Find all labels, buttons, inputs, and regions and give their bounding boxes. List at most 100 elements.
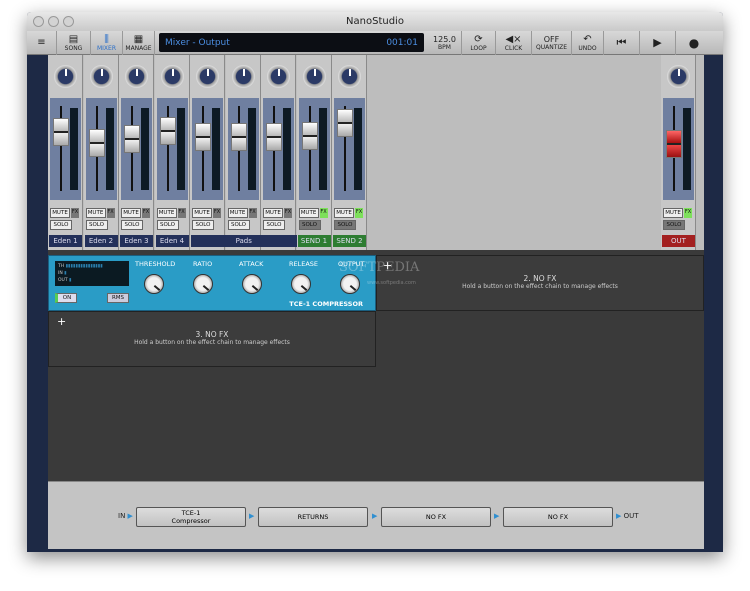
slot-title: 2. NO FX — [523, 274, 557, 283]
pan-knob[interactable] — [125, 65, 148, 88]
fx-slot-2[interactable]: + SOFTPEDIA www.softpedia.com 2. NO FX H… — [339, 255, 704, 311]
minimize-button[interactable] — [48, 16, 59, 27]
mute-button[interactable]: MUTE — [85, 208, 106, 218]
mute-button[interactable]: MUTE — [334, 208, 354, 218]
chain-item-compressor[interactable]: TCE-1 Compressor — [136, 507, 246, 527]
pan-knob[interactable] — [302, 65, 326, 88]
fx-button[interactable]: FX — [355, 208, 363, 218]
chain-item-nofx-1[interactable]: NO FX — [381, 507, 491, 527]
chain-item-nofx-2[interactable]: NO FX — [503, 507, 613, 527]
mute-button[interactable]: MUTE — [298, 208, 319, 218]
song-button[interactable]: ▤ SONG — [57, 30, 91, 55]
play-button[interactable]: ▶ — [640, 30, 676, 55]
mute-button[interactable]: MUTE — [227, 208, 248, 218]
volume-fader[interactable] — [88, 128, 105, 157]
quantize-button[interactable]: OFF QUANTIZE — [532, 30, 572, 55]
mute-button[interactable]: MUTE — [663, 208, 683, 218]
release-knob[interactable] — [291, 274, 311, 294]
mute-button[interactable]: MUTE — [263, 208, 283, 218]
mute-button[interactable]: MUTE — [121, 208, 141, 218]
pan-knob[interactable] — [667, 65, 690, 88]
fx-button[interactable]: FX — [248, 208, 257, 218]
fx-button[interactable]: FX — [177, 208, 186, 218]
channel-strip: MUTE FX SOLO Eden 3 — [119, 55, 154, 250]
volume-fader[interactable] — [666, 130, 682, 158]
pan-knob[interactable] — [338, 65, 361, 88]
level-meter — [318, 108, 327, 190]
mute-button[interactable]: MUTE — [192, 208, 212, 218]
fx-button[interactable]: FX — [71, 208, 79, 218]
solo-button[interactable]: SOLO — [192, 220, 214, 230]
solo-button[interactable]: SOLO — [121, 220, 143, 230]
channel-strip: MUTE FX SOLO Eden 2 — [83, 55, 119, 250]
chain-item-returns[interactable]: RETURNS — [258, 507, 368, 527]
window-title: NanoStudio — [346, 16, 404, 27]
fx-slot-3[interactable]: + 3. NO FX Hold a button on the effect c… — [48, 311, 376, 367]
mute-button[interactable]: MUTE — [50, 208, 70, 218]
volume-fader[interactable] — [53, 118, 69, 146]
ratio-knob[interactable] — [193, 274, 213, 294]
menu-button[interactable]: ≡ — [27, 30, 57, 55]
volume-fader[interactable] — [159, 116, 176, 145]
solo-button[interactable]: SOLO — [663, 220, 685, 230]
output-knob[interactable] — [340, 274, 360, 294]
fx-button[interactable]: FX — [106, 208, 115, 218]
mute-button[interactable]: MUTE — [156, 208, 177, 218]
solo-button[interactable]: SOLO — [156, 220, 179, 230]
solo-button[interactable]: SOLO — [263, 220, 285, 230]
fx-button[interactable]: FX — [319, 208, 328, 218]
close-button[interactable] — [33, 16, 44, 27]
rewind-button[interactable]: ⏮ — [604, 30, 640, 55]
solo-button[interactable]: SOLO — [85, 220, 108, 230]
fx-button[interactable]: FX — [684, 208, 692, 218]
channel-strip: MUTE FX SOLO — [225, 55, 261, 250]
pan-knob[interactable] — [89, 65, 113, 88]
solo-button[interactable]: SOLO — [298, 220, 321, 230]
volume-fader[interactable] — [230, 122, 247, 151]
fx-button[interactable]: FX — [284, 208, 292, 218]
click-button[interactable]: ◀× CLICK — [496, 30, 532, 55]
song-icon: ▤ — [68, 33, 79, 45]
compressor-panel: TH ▮▮▮▮▮▮▮▮▮▮▮▮▮▮▮ IN ▮ OUT ▮ ON RMS THR… — [48, 255, 376, 311]
volume-fader[interactable] — [266, 122, 282, 151]
channel-strip: MUTE FX SOLO — [190, 55, 225, 250]
record-button[interactable]: ● — [676, 31, 712, 55]
mixer-button[interactable]: ⫼ MIXER — [91, 30, 123, 55]
threshold-label: THRESHOLD — [135, 260, 176, 268]
level-meter — [70, 108, 78, 190]
zoom-button[interactable] — [63, 16, 74, 27]
bpm-button[interactable]: 125.0 BPM — [428, 30, 462, 55]
manage-button[interactable]: ▦ MANAGE — [123, 30, 155, 55]
pan-knob[interactable] — [267, 65, 290, 88]
channel-name: OUT — [662, 235, 695, 247]
pan-knob[interactable] — [231, 65, 255, 88]
attack-knob[interactable] — [242, 274, 262, 294]
effect-chain: IN ▶ TCE-1 Compressor ▶ RETURNS ▶ NO FX ▶… — [48, 481, 704, 549]
volume-fader[interactable] — [195, 122, 211, 151]
solo-button[interactable]: SOLO — [50, 220, 72, 230]
channel-strip: MUTE FX SOLO Eden 4 — [154, 55, 190, 250]
rms-toggle[interactable]: RMS — [107, 293, 129, 303]
add-fx-icon[interactable]: + — [57, 315, 66, 328]
undo-button[interactable]: ↶ UNDO — [572, 30, 604, 55]
pan-knob[interactable] — [196, 65, 219, 88]
app-window: NanoStudio ≡ ▤ SONG ⫼ MIXER ▦ MANAGE Mixer … — [27, 12, 723, 552]
fx-button[interactable]: FX — [142, 208, 150, 218]
threshold-knob[interactable] — [144, 274, 164, 294]
volume-fader[interactable] — [337, 109, 353, 137]
attack-label: ATTACK — [239, 260, 264, 268]
channel-name: Eden 1 — [49, 235, 82, 247]
arrow-icon: ▶ — [494, 512, 500, 520]
solo-button[interactable]: SOLO — [227, 220, 250, 230]
solo-button[interactable]: SOLO — [334, 220, 356, 230]
volume-fader[interactable] — [301, 121, 318, 150]
record-icon: ● — [688, 35, 700, 50]
pan-knob[interactable] — [54, 65, 77, 88]
volume-fader[interactable] — [124, 125, 140, 154]
loop-button[interactable]: ⟳ LOOP — [462, 30, 496, 55]
pan-knob[interactable] — [160, 65, 184, 88]
song-position: 001:01 — [386, 37, 418, 48]
channel-strip: MUTE FX SOLO — [261, 55, 296, 250]
fx-button[interactable]: FX — [213, 208, 221, 218]
on-toggle[interactable]: ON — [55, 293, 77, 303]
